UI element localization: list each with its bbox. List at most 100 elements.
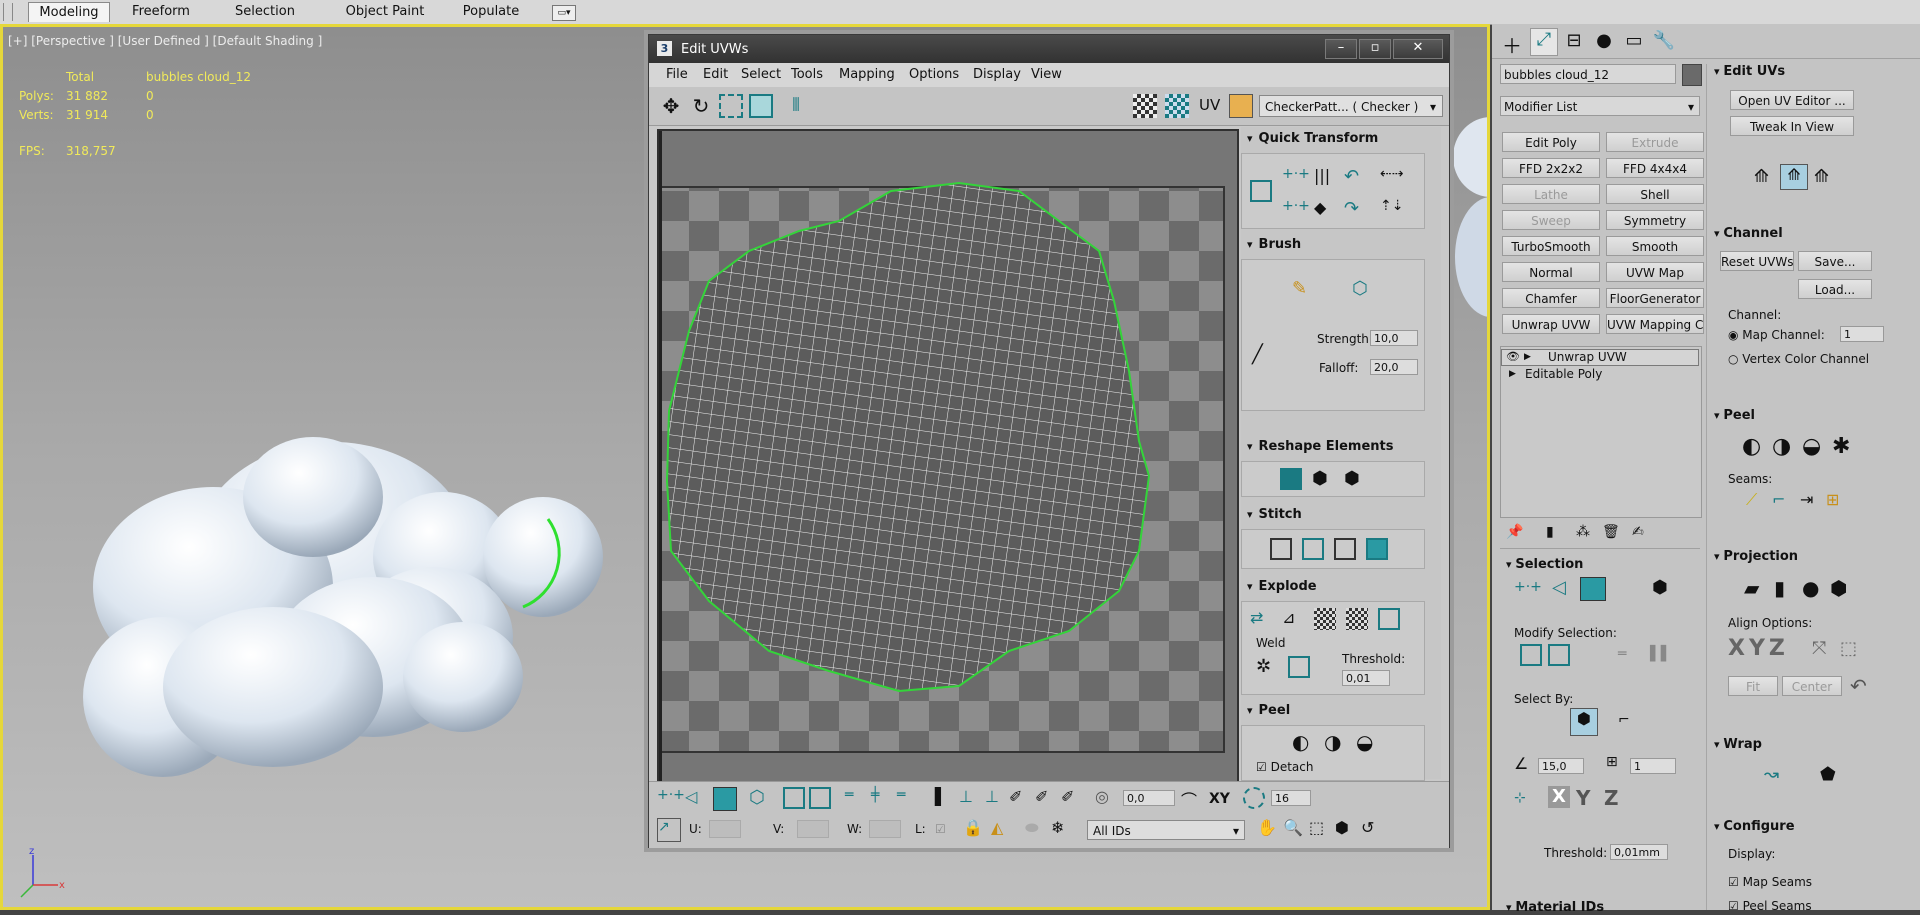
paint-select-icon[interactable]: ✐ xyxy=(1009,787,1031,809)
select-element-uv-icon[interactable]: ⬢ xyxy=(1570,708,1598,736)
detach-checkbox[interactable]: ☑ Detach xyxy=(1256,760,1313,774)
relax-icon[interactable]: ⬢ xyxy=(1312,468,1334,490)
peel-header-uv[interactable]: Peel xyxy=(1241,703,1423,723)
show-end-result-icon[interactable]: ▮ xyxy=(1546,524,1554,540)
vertex-mode-icon[interactable]: +·+ xyxy=(657,787,685,809)
reshape-elements-header[interactable]: Reshape Elements xyxy=(1241,439,1423,459)
create-tab-icon[interactable]: ＋ xyxy=(1500,30,1524,58)
cloud-object-partial[interactable] xyxy=(1451,77,1489,327)
soft-selection-spinner[interactable]: 0,0 xyxy=(1123,790,1175,806)
paint-select-grow-icon[interactable]: ✐ xyxy=(1035,787,1057,809)
freeze-icon[interactable]: ❄ xyxy=(1051,818,1073,840)
expand-icon[interactable]: ▶ xyxy=(1524,352,1531,362)
configure-modifier-sets-icon[interactable]: ✍ xyxy=(1632,524,1644,540)
brush-paint-icon[interactable]: ✎ xyxy=(1292,278,1314,300)
zoom-region-icon[interactable]: ⬚ xyxy=(1309,818,1331,840)
stitch-source-icon[interactable] xyxy=(1302,538,1324,560)
ids-dropdown[interactable]: All IDs ▾ xyxy=(1087,820,1245,840)
projection-header[interactable]: Projection xyxy=(1714,549,1798,564)
best-align-icon[interactable]: ⤧ xyxy=(1812,638,1826,659)
ribbon-options-icon[interactable]: ▭▾ xyxy=(552,5,576,21)
detach-edge-icon[interactable]: ⊿ xyxy=(1282,608,1304,630)
modifier-button-lathe[interactable]: Lathe xyxy=(1502,184,1600,204)
expand-seams-icon[interactable]: ⊞ xyxy=(1826,490,1839,509)
peel-header[interactable]: Peel xyxy=(1714,408,1755,423)
menu-tools[interactable]: Tools xyxy=(791,67,823,82)
modifier-button-smooth[interactable]: Smooth xyxy=(1606,236,1704,256)
stack-item-editable-poly[interactable]: ▶ Editable Poly xyxy=(1501,367,1699,384)
grid-snap-icon[interactable] xyxy=(1243,787,1265,809)
select-by-edge-icon[interactable]: ⌐ xyxy=(1618,712,1630,728)
modifier-button-ffd-2x2x2[interactable]: FFD 2x2x2 xyxy=(1502,158,1600,178)
grid-size-spinner[interactable]: 16 xyxy=(1271,790,1311,806)
quick-transform-header[interactable]: Quick Transform xyxy=(1241,131,1423,151)
modify-tab-icon[interactable]: ⤢ xyxy=(1530,28,1558,56)
edit-uvs-header[interactable]: Edit UVs xyxy=(1714,64,1785,79)
xy-space-toggle[interactable]: XY xyxy=(1209,791,1230,807)
make-unique-icon[interactable]: ⁂ xyxy=(1576,524,1590,540)
scale-icon[interactable] xyxy=(719,94,743,118)
menu-display[interactable]: Display xyxy=(973,67,1021,82)
stitch-header[interactable]: Stitch xyxy=(1241,507,1423,527)
snap-icon[interactable]: ↺ xyxy=(1361,818,1383,840)
edit-seams-icon[interactable]: ⟋ xyxy=(1746,490,1757,510)
align-vertical-icon[interactable]: +·+ xyxy=(1282,198,1310,220)
show-map-icon[interactable] xyxy=(1133,94,1157,118)
x-axis-button[interactable]: X xyxy=(1548,786,1570,808)
utilities-tab-icon[interactable]: 🔧 xyxy=(1652,30,1676,54)
stitch-target-icon[interactable] xyxy=(1366,538,1388,560)
edge-select-icon[interactable]: ◁ xyxy=(1552,577,1566,598)
modifier-button-unwrap-uvw[interactable]: Unwrap UVW xyxy=(1502,314,1600,334)
save-button[interactable]: Save... xyxy=(1798,251,1872,271)
selection-threshold-spinner[interactable]: 0,01mm xyxy=(1610,844,1668,860)
straighten-selection-icon[interactable] xyxy=(1280,468,1302,490)
grow-icon[interactable] xyxy=(1520,644,1542,666)
object-color-swatch[interactable] xyxy=(1682,64,1702,86)
view-align-icon[interactable]: ⬚ xyxy=(1840,638,1857,659)
modifier-button-uvw-mapping-clea[interactable]: UVW Mapping Clea xyxy=(1606,314,1704,334)
display-tab-icon[interactable]: ▭ xyxy=(1622,30,1646,54)
unfold-map-icon[interactable]: ⬟ xyxy=(1820,764,1836,785)
z-axis-button[interactable]: Z xyxy=(1604,786,1619,810)
filter-icon[interactable]: ⬬ xyxy=(1025,818,1047,840)
modifier-button-normal[interactable]: Normal xyxy=(1502,262,1600,282)
open-uv-editor-button[interactable]: Open UV Editor ... xyxy=(1730,90,1854,110)
zoom-icon[interactable]: 🔍 xyxy=(1283,818,1305,840)
loop-count-spinner[interactable]: 1 xyxy=(1630,758,1676,774)
cylindrical-map-icon[interactable]: ▮ xyxy=(1774,576,1785,600)
selection-header[interactable]: Selection xyxy=(1506,557,1583,572)
w-field[interactable] xyxy=(869,820,901,838)
modifier-button-floorgenerator[interactable]: FloorGenerator xyxy=(1606,288,1704,308)
rotate-ccw-icon[interactable]: ↶ xyxy=(1344,166,1366,188)
pan-icon[interactable]: ✋ xyxy=(1257,818,1279,840)
strength-spinner[interactable]: 10,0 xyxy=(1370,330,1418,346)
point-to-point-seams-icon[interactable]: ⌐ xyxy=(1772,490,1785,509)
checker-icon[interactable] xyxy=(1165,94,1189,118)
vertex-select-icon[interactable]: +·+ xyxy=(1514,579,1542,595)
close-icon[interactable]: ✕ xyxy=(1393,39,1443,59)
v-field[interactable] xyxy=(797,820,829,838)
wrap-header[interactable]: Wrap xyxy=(1714,737,1762,752)
modifier-button-turbosmooth[interactable]: TurboSmooth xyxy=(1502,236,1600,256)
menu-options[interactable]: Options xyxy=(909,67,959,82)
pin-stack-icon[interactable]: 📌 xyxy=(1506,524,1523,540)
menu-file[interactable]: File xyxy=(666,67,688,82)
rotate-cw-icon[interactable]: ↷ xyxy=(1344,198,1366,220)
absolute-offset-icon[interactable]: ↗ xyxy=(657,818,681,842)
modifier-button-ffd-4x4x4[interactable]: FFD 4x4x4 xyxy=(1606,158,1704,178)
texture-options-icon[interactable] xyxy=(1229,94,1253,118)
flatten-icon[interactable] xyxy=(1314,608,1336,630)
straighten-icon[interactable]: ◆ xyxy=(1314,198,1336,220)
rotate-icon[interactable]: ↻ xyxy=(689,94,713,118)
loop-icon[interactable]: ⊥ xyxy=(985,787,1007,809)
edge-ring-icon[interactable]: ╪ xyxy=(871,787,893,809)
quick-peel-icon[interactable]: ◐ xyxy=(1292,730,1314,754)
center-button[interactable]: Center xyxy=(1782,676,1842,696)
l-checkbox[interactable]: ☑ xyxy=(935,822,946,836)
select-inverted-icon[interactable]: ▌ xyxy=(935,787,957,809)
angle-spinner[interactable]: 15,0 xyxy=(1538,758,1584,774)
mirror-select-icon[interactable]: ⊹ xyxy=(1514,790,1526,806)
pin-icon[interactable]: ✱ xyxy=(1832,434,1850,459)
texture-dropdown[interactable]: CheckerPatt... ( Checker ) ▾ xyxy=(1259,95,1443,117)
explode-header[interactable]: Explode xyxy=(1241,579,1423,599)
